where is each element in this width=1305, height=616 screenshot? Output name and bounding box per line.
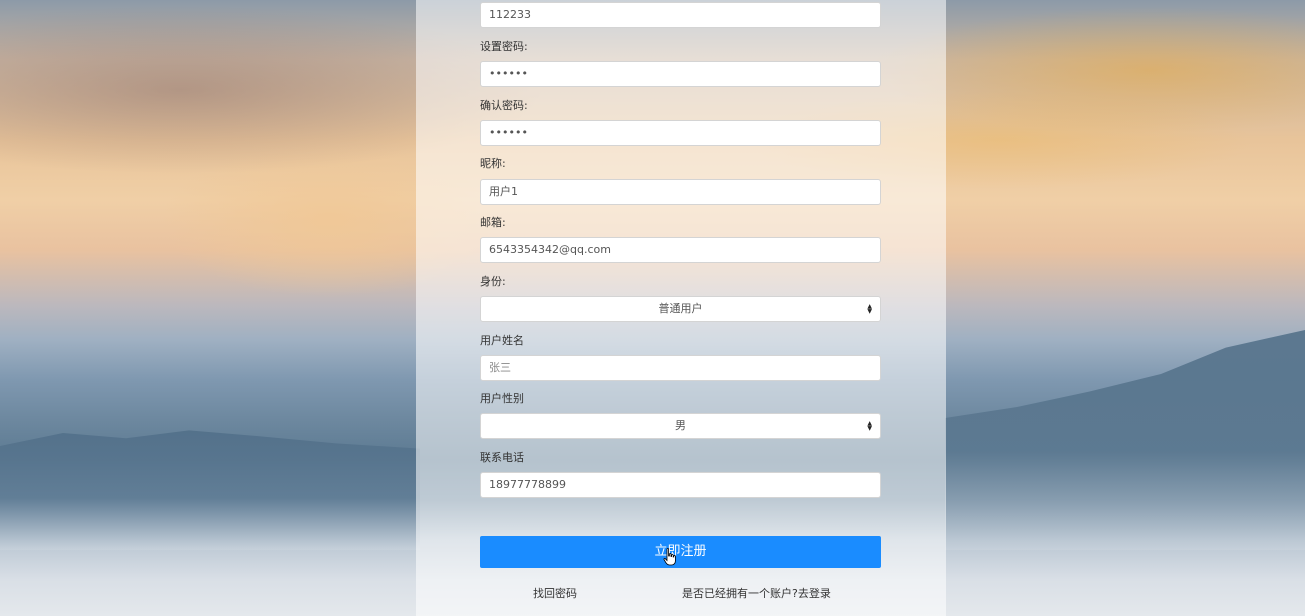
confirm-password-field[interactable]: ••••••: [480, 120, 881, 146]
password-value: ••••••: [489, 67, 528, 80]
hand-pointer-icon: [663, 548, 676, 566]
realname-label: 用户姓名: [480, 334, 524, 347]
realname-field[interactable]: 张三: [480, 355, 881, 381]
nickname-label: 昵称:: [480, 157, 506, 170]
updown-arrows-icon: ▲ ▼: [867, 302, 872, 315]
password-field[interactable]: ••••••: [480, 61, 881, 87]
identity-label: 身份:: [480, 275, 506, 288]
register-button[interactable]: 立即注册: [480, 536, 881, 568]
email-value: 6543354342@qq.com: [489, 243, 611, 256]
realname-placeholder: 张三: [489, 361, 511, 374]
username-field[interactable]: 112233: [480, 2, 881, 28]
identity-value: 普通用户: [658, 302, 703, 315]
updown-arrows-icon: ▲ ▼: [867, 419, 872, 432]
password-label: 设置密码:: [480, 40, 528, 53]
phone-label: 联系电话: [480, 451, 524, 464]
confirm-password-value: ••••••: [489, 126, 528, 139]
username-value: 112233: [489, 8, 531, 21]
gender-label: 用户性别: [480, 392, 524, 405]
go-login-link[interactable]: 是否已经拥有一个账户?去登录: [682, 587, 831, 601]
confirm-password-label: 确认密码:: [480, 99, 528, 112]
phone-field[interactable]: 18977778899: [480, 472, 881, 498]
identity-select[interactable]: 普通用户 ▲ ▼: [480, 296, 881, 322]
gender-value: 男: [675, 419, 686, 432]
forgot-password-link[interactable]: 找回密码: [533, 587, 577, 601]
email-label: 邮箱:: [480, 216, 506, 229]
email-field[interactable]: 6543354342@qq.com: [480, 237, 881, 263]
nickname-field[interactable]: 用户1: [480, 179, 881, 205]
phone-value: 18977778899: [489, 478, 566, 491]
nickname-value: 用户1: [489, 185, 518, 198]
gender-select[interactable]: 男 ▲ ▼: [480, 413, 881, 439]
